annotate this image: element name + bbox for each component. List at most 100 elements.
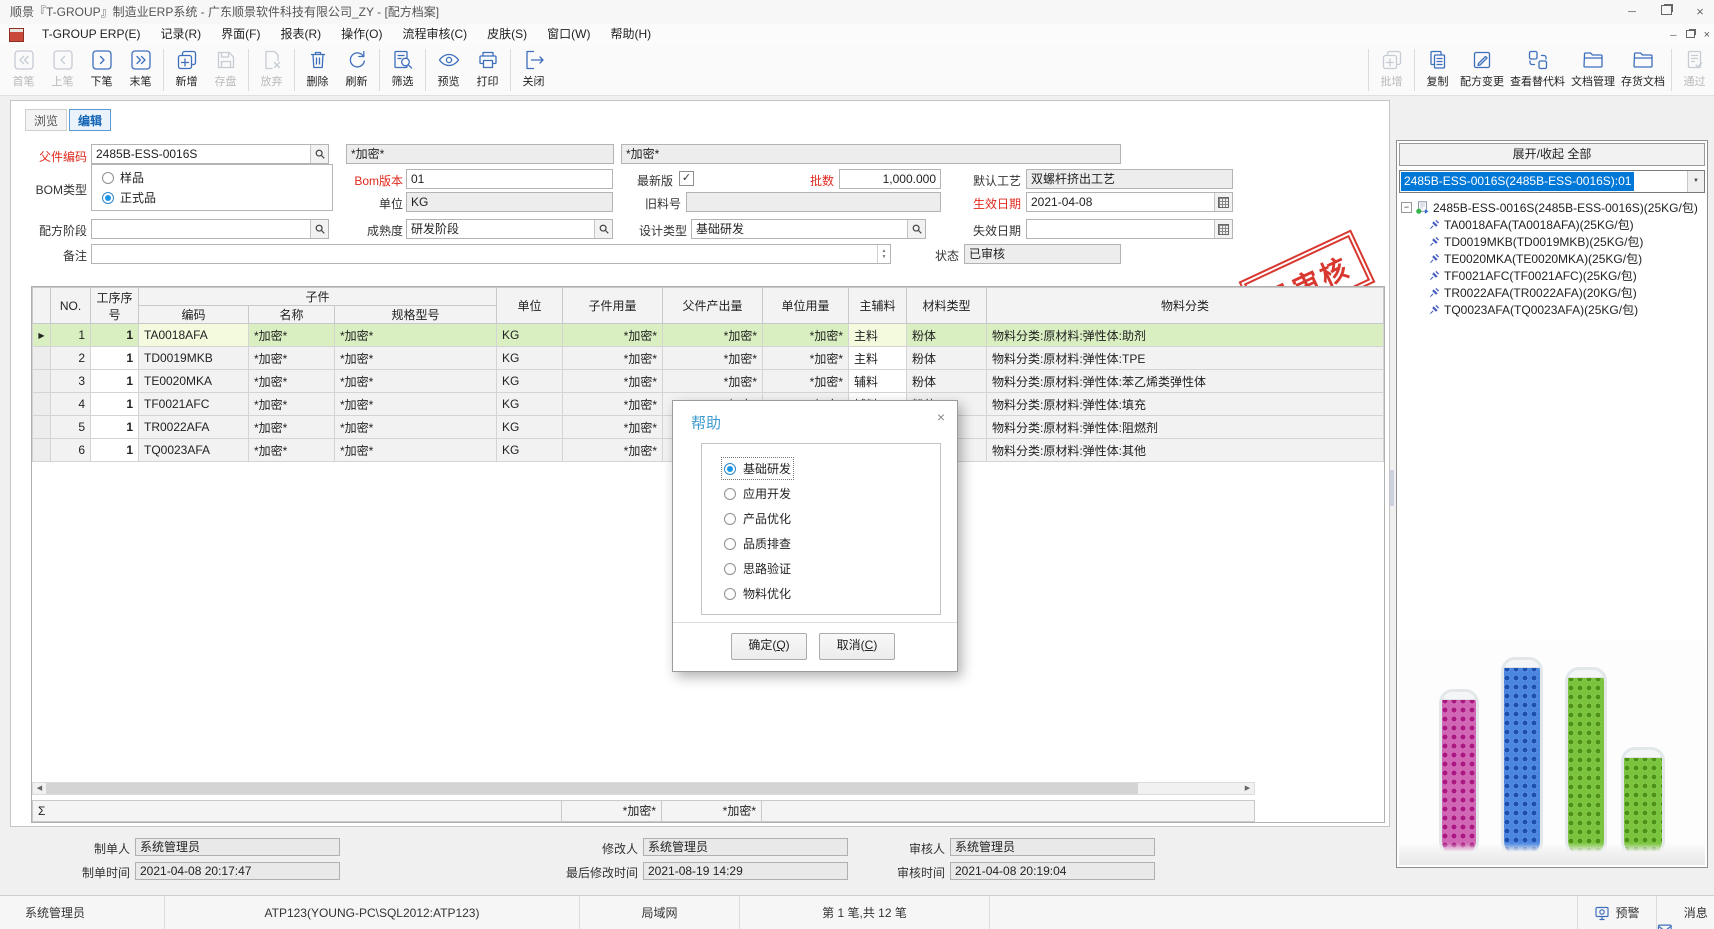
close-icon[interactable]: × <box>1692 0 1708 24</box>
cell-unit-qty[interactable]: *加密* <box>763 370 849 393</box>
mdi-close-icon[interactable]: × <box>1704 29 1710 41</box>
effective-date-field[interactable]: 2021-04-08 <box>1026 192 1233 212</box>
parent-code-lookup-button[interactable] <box>310 145 328 163</box>
cell-seq[interactable]: 1 <box>91 370 139 393</box>
expand-collapse-all-button[interactable]: 展开/收起 全部 <box>1399 143 1705 166</box>
tab-browse[interactable]: 浏览 <box>25 109 67 131</box>
cell-name[interactable]: *加密* <box>249 416 335 439</box>
view-substitute-button[interactable]: 查看替代料 <box>1507 47 1568 89</box>
cell-code[interactable]: TA0018AFA <box>139 324 249 347</box>
cell-main-aux[interactable]: 主料 <box>849 347 907 370</box>
remark-field[interactable]: ▲▼ <box>91 244 891 264</box>
cell-name[interactable]: *加密* <box>249 370 335 393</box>
bom-type-radio-formal[interactable]: 正式品 <box>102 189 156 206</box>
menu-item-record[interactable]: 记录(R) <box>150 24 211 45</box>
scroll-right-icon[interactable]: ▶ <box>1241 783 1254 794</box>
cell-main-aux[interactable]: 主料 <box>849 324 907 347</box>
document-manage-button[interactable]: 文档管理 <box>1568 47 1618 89</box>
formula-change-button[interactable]: 配方变更 <box>1457 47 1507 89</box>
next-record-button[interactable]: 下笔 <box>82 47 121 89</box>
cell-parent-output[interactable]: *加密* <box>663 324 763 347</box>
cell-parent-output[interactable]: *加密* <box>663 347 763 370</box>
cell-material-class[interactable]: 物料分类:原材料:弹性体:其他 <box>987 439 1384 462</box>
dialog-radio-quality-check[interactable]: 品质排查 <box>724 535 791 552</box>
status-alert[interactable]: 预警 <box>1577 896 1657 929</box>
last-record-button[interactable]: 末笔 <box>121 47 160 89</box>
cell-spec[interactable]: *加密* <box>335 416 497 439</box>
collapse-icon[interactable]: − <box>1401 202 1412 213</box>
cell-child-qty[interactable]: *加密* <box>563 416 663 439</box>
cell-name[interactable]: *加密* <box>249 439 335 462</box>
cell-spec[interactable]: *加密* <box>335 347 497 370</box>
cancel-button[interactable]: 取消(C) <box>819 633 895 660</box>
maturity-lookup-button[interactable] <box>594 220 612 238</box>
cell-seq[interactable]: 1 <box>91 393 139 416</box>
cell-name[interactable]: *加密* <box>249 324 335 347</box>
cell-unit[interactable]: KG <box>497 324 563 347</box>
approve-button[interactable]: 通过 <box>1675 47 1714 89</box>
cell-no[interactable]: 6 <box>51 439 91 462</box>
ok-button[interactable]: 确定(Q) <box>731 633 807 660</box>
cell-code[interactable]: TD0019MKB <box>139 347 249 370</box>
batch-add-button[interactable]: 批增 <box>1372 47 1411 89</box>
cell-no[interactable]: 4 <box>51 393 91 416</box>
cell-material-class[interactable]: 物料分类:原材料:弹性体:助剂 <box>987 324 1384 347</box>
cell-seq[interactable]: 1 <box>91 347 139 370</box>
scroll-left-icon[interactable]: ◀ <box>33 783 46 794</box>
dialog-radio-app-dev[interactable]: 应用开发 <box>724 485 791 502</box>
table-row[interactable]: 2 1 TD0019MKB *加密* *加密* KG *加密* *加密* *加密… <box>33 347 1384 370</box>
expiry-date-calendar-button[interactable] <box>1214 220 1232 238</box>
tree-item[interactable]: TA0018AFA(TA0018AFA)(25KG/包) <box>1401 216 1701 233</box>
bom-type-radio-sample[interactable]: 样品 <box>102 169 144 186</box>
cell-seq[interactable]: 1 <box>91 416 139 439</box>
dialog-radio-material-opt[interactable]: 物料优化 <box>724 585 791 602</box>
status-message[interactable]: 消息[1] <box>1657 896 1714 929</box>
bom-version-combo[interactable]: 2485B-ESS-0016S(2485B-ESS-0016S):01 ▼ <box>1399 170 1705 193</box>
menu-item-interface[interactable]: 界面(F) <box>211 24 270 45</box>
tree-item[interactable]: TD0019MKB(TD0019MKB)(25KG/包) <box>1401 233 1701 250</box>
cell-no[interactable]: 2 <box>51 347 91 370</box>
close-form-button[interactable]: 关闭 <box>514 47 553 89</box>
parent-code-field[interactable]: 2485B-ESS-0016S <box>91 144 329 164</box>
cell-material-type[interactable]: 粉体 <box>907 324 987 347</box>
cell-unit-qty[interactable]: *加密* <box>763 324 849 347</box>
dialog-radio-basic-rd[interactable]: 基础研发 <box>724 460 791 477</box>
menu-item-report[interactable]: 报表(R) <box>270 24 331 45</box>
latest-checkbox[interactable]: ✓ <box>679 171 694 186</box>
remark-spinner[interactable]: ▲▼ <box>877 245 890 263</box>
cell-child-qty[interactable]: *加密* <box>563 324 663 347</box>
tab-edit[interactable]: 编辑 <box>69 109 111 131</box>
design-type-lookup-button[interactable] <box>907 220 925 238</box>
menu-item-help[interactable]: 帮助(H) <box>600 24 661 45</box>
add-button[interactable]: 新增 <box>167 47 206 89</box>
cell-unit[interactable]: KG <box>497 439 563 462</box>
inventory-doc-button[interactable]: 存货文档 <box>1618 47 1668 89</box>
cell-spec[interactable]: *加密* <box>335 324 497 347</box>
tree-item[interactable]: TE0020MKA(TE0020MKA)(25KG/包) <box>1401 250 1701 267</box>
print-button[interactable]: 打印 <box>468 47 507 89</box>
cell-seq[interactable]: 1 <box>91 324 139 347</box>
cell-code[interactable]: TR0022AFA <box>139 416 249 439</box>
first-record-button[interactable]: 首笔 <box>4 47 43 89</box>
delete-button[interactable]: 删除 <box>298 47 337 89</box>
dialog-radio-product-opt[interactable]: 产品优化 <box>724 510 791 527</box>
cell-material-class[interactable]: 物料分类:原材料:弹性体:阻燃剂 <box>987 416 1384 439</box>
formula-stage-field[interactable] <box>91 219 329 239</box>
mdi-minimize-icon[interactable]: ─ <box>1670 30 1676 40</box>
menu-item-flow-audit[interactable]: 流程审核(C) <box>392 24 477 45</box>
menu-item-window[interactable]: 窗口(W) <box>537 24 600 45</box>
dialog-radio-idea-verify[interactable]: 思路验证 <box>724 560 791 577</box>
prev-record-button[interactable]: 上笔 <box>43 47 82 89</box>
dialog-close-icon[interactable]: × <box>937 409 945 425</box>
bom-version-field[interactable]: 01 <box>406 169 613 189</box>
cell-material-class[interactable]: 物料分类:原材料:弹性体:填充 <box>987 393 1384 416</box>
cell-main-aux[interactable]: 辅料 <box>849 370 907 393</box>
minimize-icon[interactable]: ─ <box>1624 0 1640 24</box>
cell-name[interactable]: *加密* <box>249 347 335 370</box>
mdi-restore-icon[interactable] <box>1686 30 1695 40</box>
copy-button[interactable]: 复制 <box>1418 47 1457 89</box>
cell-unit-qty[interactable]: *加密* <box>763 347 849 370</box>
cell-child-qty[interactable]: *加密* <box>563 393 663 416</box>
cell-unit[interactable]: KG <box>497 393 563 416</box>
tree-item[interactable]: TF0021AFC(TF0021AFC)(25KG/包) <box>1401 267 1701 284</box>
